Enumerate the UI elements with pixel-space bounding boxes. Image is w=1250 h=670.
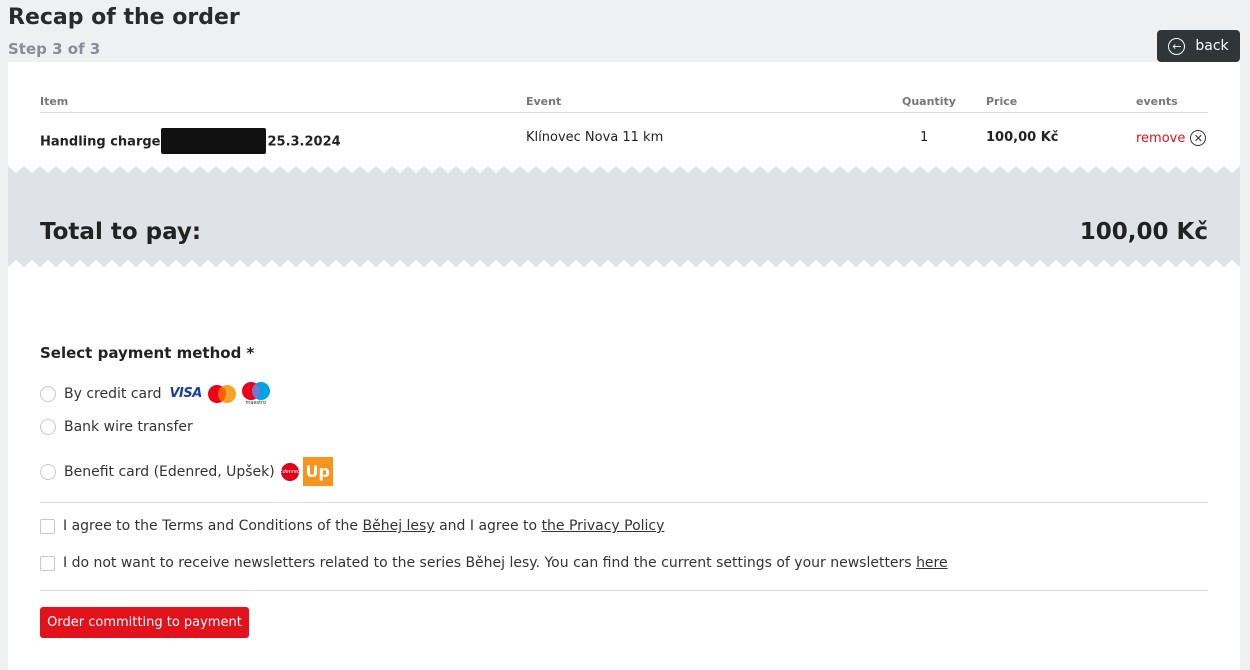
column-header-item: Item: [40, 95, 69, 108]
payment-option-benefit-card[interactable]: Benefit card (Edenred, Upšek) Edenred Up: [40, 457, 333, 486]
quantity-value: 1: [920, 130, 929, 145]
close-circle-icon: ✕: [1190, 130, 1207, 146]
behej-lesy-link[interactable]: Běhej lesy: [363, 518, 435, 534]
radio-credit-card[interactable]: [40, 385, 56, 402]
payment-option-credit-card[interactable]: By credit card VISA maestro: [40, 381, 272, 406]
edenred-logo: Edenred: [279, 462, 300, 481]
order-submit-button[interactable]: Order committing to payment: [40, 607, 249, 638]
zigzag-edge-top: [8, 164, 1240, 173]
payment-method-title: Select payment method *: [40, 344, 255, 362]
divider: [40, 502, 1208, 503]
back-button[interactable]: ← back: [1157, 30, 1240, 62]
arrow-left-circle-icon: ←: [1168, 37, 1186, 55]
maestro-logo: maestro: [240, 381, 272, 406]
newsletter-optout: I do not want to receive newsletters rel…: [40, 555, 948, 571]
column-header-event: Event: [526, 95, 562, 108]
payment-option-bank-transfer[interactable]: Bank wire transfer: [40, 419, 193, 435]
redacted-block: [161, 128, 267, 154]
column-header-events: events: [1136, 95, 1178, 108]
newsletter-checkbox[interactable]: [40, 555, 55, 571]
total-value: 100,00 Kč: [1079, 219, 1208, 245]
terms-agreement: I agree to the Terms and Conditions of t…: [40, 518, 664, 534]
event-name: Klínovec Nova 11 km: [526, 130, 664, 145]
column-header-price: Price: [986, 95, 1018, 108]
order-recap-card: Item Event Quantity Price events Handlin…: [8, 62, 1240, 670]
back-button-label: back: [1195, 38, 1229, 54]
visa-logo: VISA: [169, 386, 203, 401]
total-label: Total to pay:: [40, 219, 202, 245]
radio-benefit-card[interactable]: [40, 463, 56, 480]
remove-link[interactable]: remove ✕: [1136, 130, 1207, 146]
privacy-policy-link[interactable]: the Privacy Policy: [542, 518, 665, 534]
newsletter-text: I do not want to receive newsletters rel…: [63, 555, 948, 571]
radio-bank-transfer[interactable]: [40, 419, 56, 435]
column-header-quantity: Quantity: [902, 95, 956, 108]
divider: [40, 590, 1208, 591]
newsletter-settings-link[interactable]: here: [916, 555, 948, 571]
payment-option-label: Bank wire transfer: [64, 419, 193, 435]
price-value: 100,00 Kč: [986, 130, 1059, 145]
zigzag-edge-bottom: [8, 260, 1240, 269]
mastercard-logo: [206, 384, 238, 404]
total-band: [8, 164, 1240, 269]
item-name-prefix: Handling charge: [40, 134, 161, 150]
item-date: 25.3.2024: [267, 134, 341, 150]
terms-checkbox[interactable]: [40, 518, 55, 534]
remove-label: remove: [1136, 130, 1186, 146]
terms-text: I agree to the Terms and Conditions of t…: [63, 518, 665, 534]
page-title: Recap of the order: [8, 5, 240, 30]
payment-option-label: Benefit card (Edenred, Upšek): [64, 463, 275, 480]
divider: [40, 112, 1208, 113]
up-logo: Up: [302, 457, 333, 486]
item-name: Handling charge 25.3.2024: [40, 128, 341, 155]
payment-option-label: By credit card: [64, 385, 162, 402]
step-indicator: Step 3 of 3: [8, 40, 101, 58]
